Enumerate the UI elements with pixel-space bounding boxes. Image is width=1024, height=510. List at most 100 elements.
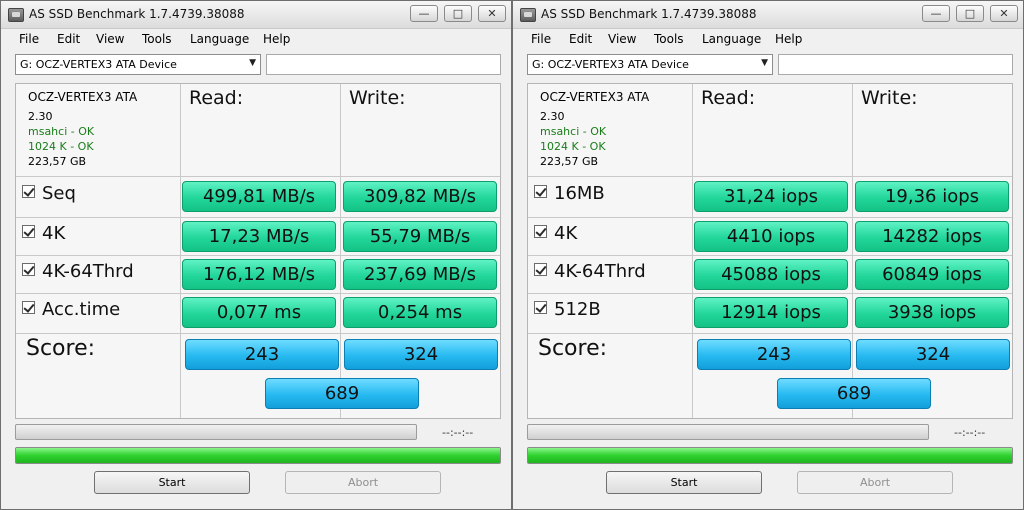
write-result: 14282 iops	[855, 221, 1009, 252]
firmware-version: 2.30	[540, 110, 565, 123]
drive-select[interactable]: G: OCZ-VERTEX3 ATA Device ▼	[527, 54, 773, 75]
write-result: 3938 iops	[855, 297, 1009, 328]
close-button[interactable]: ✕	[990, 5, 1018, 22]
score-total: 689	[777, 378, 931, 409]
drive-info: OCZ-VERTEX3 ATA 2.30 msahci - OK 1024 K …	[540, 90, 649, 169]
drive-size: 223,57 GB	[28, 155, 87, 168]
write-header: Write:	[861, 87, 918, 109]
read-result: 12914 iops	[694, 297, 848, 328]
checkbox-checked-icon[interactable]	[534, 263, 547, 276]
menu-view[interactable]: View	[96, 32, 124, 46]
menu-tools[interactable]: Tools	[142, 32, 172, 46]
read-result: 176,12 MB/s	[182, 259, 336, 290]
extra-text-field[interactable]	[778, 54, 1013, 75]
score-write: 324	[344, 339, 498, 370]
write-result: 237,69 MB/s	[343, 259, 497, 290]
abort-button[interactable]: Abort	[285, 471, 441, 494]
read-result: 4410 iops	[694, 221, 848, 252]
total-progress-fill	[16, 448, 500, 463]
checkbox-checked-icon[interactable]	[22, 185, 35, 198]
checkbox-checked-icon[interactable]	[22, 225, 35, 238]
score-total: 689	[265, 378, 419, 409]
test-row-acc-time[interactable]: Acc.time	[22, 299, 120, 320]
drive-size: 223,57 GB	[540, 155, 599, 168]
benchmark-window-iops: AS SSD Benchmark 1.7.4739.38088 — □ ✕ Fi…	[512, 0, 1024, 510]
current-test-progress	[15, 424, 417, 440]
read-header: Read:	[701, 87, 756, 109]
read-header: Read:	[189, 87, 244, 109]
chevron-down-icon: ▼	[249, 58, 256, 68]
menu-bar: File Edit View Tools Language Help	[1, 29, 511, 49]
title-bar[interactable]: AS SSD Benchmark 1.7.4739.38088 — □ ✕	[1, 1, 511, 29]
results-panel: OCZ-VERTEX3 ATA 2.30 msahci - OK 1024 K …	[527, 83, 1013, 419]
elapsed-time: --:--:--	[442, 426, 474, 439]
minimize-button[interactable]: —	[922, 5, 950, 22]
test-row-512b[interactable]: 512B	[534, 299, 601, 320]
menu-file[interactable]: File	[531, 32, 551, 46]
score-label: Score:	[26, 336, 96, 361]
read-result: 31,24 iops	[694, 181, 848, 212]
drive-model: OCZ-VERTEX3 ATA	[28, 90, 138, 104]
minimize-button[interactable]: —	[410, 5, 438, 22]
menu-file[interactable]: File	[19, 32, 39, 46]
menu-view[interactable]: View	[608, 32, 636, 46]
benchmark-window-mbs: AS SSD Benchmark 1.7.4739.38088 — □ ✕ Fi…	[0, 0, 512, 510]
drive-select[interactable]: G: OCZ-VERTEX3 ATA Device ▼	[15, 54, 261, 75]
elapsed-time: --:--:--	[954, 426, 986, 439]
checkbox-checked-icon[interactable]	[534, 225, 547, 238]
write-result: 309,82 MB/s	[343, 181, 497, 212]
current-test-progress	[527, 424, 929, 440]
driver-status: msahci - OK	[540, 125, 607, 138]
test-row-4k[interactable]: 4K	[22, 223, 65, 244]
checkbox-checked-icon[interactable]	[22, 301, 35, 314]
menu-edit[interactable]: Edit	[57, 32, 80, 46]
app-icon	[8, 8, 24, 22]
driver-status: msahci - OK	[28, 125, 95, 138]
write-result: 55,79 MB/s	[343, 221, 497, 252]
menu-edit[interactable]: Edit	[569, 32, 592, 46]
read-result: 45088 iops	[694, 259, 848, 290]
checkbox-checked-icon[interactable]	[22, 263, 35, 276]
menu-help[interactable]: Help	[263, 32, 290, 46]
app-icon	[520, 8, 536, 22]
total-progress-bar	[15, 447, 501, 464]
start-button[interactable]: Start	[606, 471, 762, 494]
menu-tools[interactable]: Tools	[654, 32, 684, 46]
test-row-seq[interactable]: Seq	[22, 183, 76, 204]
read-result: 17,23 MB/s	[182, 221, 336, 252]
test-row-4k-64thrd[interactable]: 4K-64Thrd	[22, 261, 134, 282]
score-read: 243	[185, 339, 339, 370]
chevron-down-icon: ▼	[761, 58, 768, 68]
close-button[interactable]: ✕	[478, 5, 506, 22]
window-title: AS SSD Benchmark 1.7.4739.38088	[541, 7, 757, 21]
write-result: 60849 iops	[855, 259, 1009, 290]
score-write: 324	[856, 339, 1010, 370]
total-progress-fill	[528, 448, 1012, 463]
abort-button[interactable]: Abort	[797, 471, 953, 494]
drive-select-value: G: OCZ-VERTEX3 ATA Device	[532, 58, 689, 71]
title-bar[interactable]: AS SSD Benchmark 1.7.4739.38088 — □ ✕	[513, 1, 1023, 29]
score-label: Score:	[538, 336, 608, 361]
write-header: Write:	[349, 87, 406, 109]
maximize-button[interactable]: □	[444, 5, 472, 22]
maximize-button[interactable]: □	[956, 5, 984, 22]
menu-language[interactable]: Language	[702, 32, 761, 46]
alignment-status: 1024 K - OK	[28, 140, 94, 153]
menu-language[interactable]: Language	[190, 32, 249, 46]
window-title: AS SSD Benchmark 1.7.4739.38088	[29, 7, 245, 21]
test-row-4k-64thrd[interactable]: 4K-64Thrd	[534, 261, 646, 282]
checkbox-checked-icon[interactable]	[534, 301, 547, 314]
drive-model: OCZ-VERTEX3 ATA	[540, 90, 650, 104]
menu-help[interactable]: Help	[775, 32, 802, 46]
extra-text-field[interactable]	[266, 54, 501, 75]
drive-select-value: G: OCZ-VERTEX3 ATA Device	[20, 58, 177, 71]
total-progress-bar	[527, 447, 1013, 464]
checkbox-checked-icon[interactable]	[534, 185, 547, 198]
results-panel: OCZ-VERTEX3 ATA 2.30 msahci - OK 1024 K …	[15, 83, 501, 419]
test-row-16mb[interactable]: 16MB	[534, 183, 605, 204]
read-result: 499,81 MB/s	[182, 181, 336, 212]
test-row-4k[interactable]: 4K	[534, 223, 577, 244]
start-button[interactable]: Start	[94, 471, 250, 494]
write-result: 19,36 iops	[855, 181, 1009, 212]
drive-info: OCZ-VERTEX3 ATA 2.30 msahci - OK 1024 K …	[28, 90, 137, 169]
